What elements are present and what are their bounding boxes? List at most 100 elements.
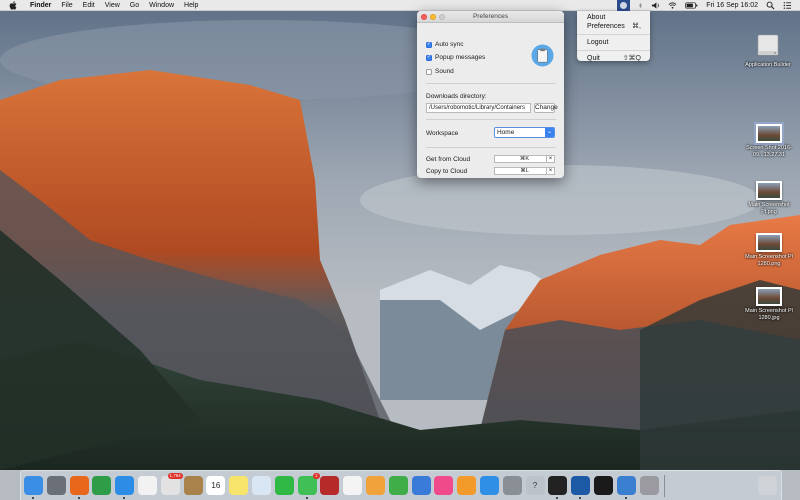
workspace-value: Home <box>497 129 515 136</box>
desktop <box>0 0 800 500</box>
desktop-icon-application-builder[interactable]: Application Builder <box>738 32 798 69</box>
app-status-icon[interactable] <box>617 0 631 11</box>
sound-checkbox[interactable]: Sound <box>426 68 454 75</box>
running-indicator <box>624 497 627 499</box>
menu-window[interactable]: Window <box>144 0 179 11</box>
photos-icon[interactable] <box>343 476 363 495</box>
notes-brown-icon[interactable] <box>183 476 203 495</box>
menu-separator <box>577 34 650 35</box>
finder-icon[interactable] <box>24 476 43 499</box>
status-menu-quit[interactable]: Quit ⇧⌘Q <box>577 54 650 63</box>
notification-center-icon[interactable] <box>783 1 792 10</box>
checkbox-box[interactable] <box>426 54 432 61</box>
photo-booth-icon[interactable] <box>320 476 340 495</box>
quit-label: Quit <box>587 55 600 62</box>
change-button[interactable]: Change <box>534 103 558 113</box>
menu-clock[interactable]: Fri 16 Sep 16:02 <box>706 2 758 9</box>
popup-messages-label: Popup messages <box>435 54 486 61</box>
volume-icon[interactable] <box>651 1 660 10</box>
auto-sync-checkbox[interactable]: Auto sync <box>426 41 464 48</box>
help-icon[interactable]: ? <box>525 476 545 495</box>
bluetooth-icon[interactable] <box>638 1 643 10</box>
menu-help[interactable]: Help <box>179 0 203 11</box>
workspace-label: Workspace <box>426 130 459 137</box>
checkbox-box[interactable] <box>426 41 432 48</box>
status-menu-logout[interactable]: Logout <box>577 38 650 47</box>
copy-to-cloud-shortcut-field[interactable]: ⌘L × <box>494 167 555 175</box>
close-button[interactable] <box>421 14 427 20</box>
minimize-button[interactable] <box>430 14 436 20</box>
chrome-icon[interactable] <box>92 476 112 495</box>
menu-separator <box>577 50 650 51</box>
checkbox-box[interactable] <box>426 68 432 75</box>
xcode-icon[interactable] <box>616 476 636 499</box>
messages-icon[interactable]: 1 <box>297 473 320 499</box>
window-controls <box>421 14 448 20</box>
preferences-label: Preferences <box>587 23 625 30</box>
workspace-select[interactable]: Home ⌄ <box>494 127 555 138</box>
spotlight-icon[interactable] <box>766 1 775 10</box>
calendar-badge-icon[interactable]: 1,764 <box>160 473 183 495</box>
pages-icon[interactable] <box>365 476 385 495</box>
activity-monitor-icon[interactable] <box>593 476 613 495</box>
numbers-icon[interactable] <box>388 476 408 495</box>
popup-messages-checkbox[interactable]: Popup messages <box>426 54 485 61</box>
trash-icon[interactable] <box>758 476 778 495</box>
safari-icon[interactable] <box>115 476 135 499</box>
status-menu-preferences[interactable]: Preferences ⌘, <box>577 22 650 31</box>
itunes-icon[interactable] <box>434 476 454 495</box>
clear-shortcut-button[interactable]: × <box>546 156 554 162</box>
battery-icon[interactable] <box>685 1 698 10</box>
firefox-icon[interactable] <box>69 476 89 499</box>
ibooks-icon[interactable] <box>457 476 477 495</box>
get-shortcut-value: ⌘K <box>519 156 530 162</box>
dock-badge: 1,764 <box>167 473 183 479</box>
clear-shortcut-button[interactable]: × <box>546 168 554 174</box>
quit-shortcut: ⇧⌘Q <box>622 55 641 62</box>
wallpaper-el-capitan <box>0 0 800 500</box>
screenshot-thumbnail <box>756 181 782 200</box>
help-glyph: ? <box>532 481 538 490</box>
chevron-down-icon[interactable]: ⌄ <box>545 128 554 137</box>
facetime-icon[interactable] <box>274 476 294 495</box>
get-from-cloud-shortcut-field[interactable]: ⌘K × <box>494 155 555 163</box>
menu-app-name[interactable]: Finder <box>25 0 56 11</box>
dock: 1,764 16 1? <box>20 470 782 500</box>
menu-view[interactable]: View <box>100 0 125 11</box>
launchpad-icon[interactable] <box>46 476 66 495</box>
wifi-icon[interactable] <box>668 1 677 10</box>
desktop-icon-label: Main Screenshot Pl 1280.jpg <box>745 308 793 321</box>
running-indicator <box>305 497 308 499</box>
desktop-icon-label: Main Screenshot Pl.png <box>748 202 790 215</box>
get-from-cloud-label: Get from Cloud <box>426 156 471 163</box>
desktop-icon-main-screenshot-png[interactable]: Main Screenshot Pl.png <box>739 181 799 215</box>
desktop-icon-label: Screen Shot 2016-09...13.27.31 <box>746 145 792 158</box>
calendar-icon[interactable]: 16 <box>206 476 226 495</box>
dock-badge: 1 <box>313 473 320 479</box>
preview-icon[interactable] <box>251 476 271 495</box>
photos-grid-icon[interactable] <box>137 476 157 495</box>
virtualbox-icon[interactable] <box>571 476 591 499</box>
desktop-icon-screenshot[interactable]: Screen Shot 2016-09...13.27.31 <box>739 122 799 158</box>
apple-logo-icon[interactable] <box>9 0 17 10</box>
terminal-icon[interactable] <box>548 476 568 499</box>
desktop-icon-label: Main Screenshot Pl 1280.png <box>745 254 793 267</box>
desktop-icon-main-screenshot-1280-jpg[interactable]: Main Screenshot Pl 1280.jpg <box>739 287 799 321</box>
window-titlebar[interactable]: Preferences <box>417 11 564 23</box>
running-indicator <box>579 497 582 499</box>
downloads-path-field[interactable]: /Users/robomotic/Library/Containers <box>426 103 531 113</box>
menu-edit[interactable]: Edit <box>78 0 100 11</box>
menu-go[interactable]: Go <box>125 0 144 11</box>
desktop-icon-main-screenshot-1280-png[interactable]: Main Screenshot Pl 1280.png <box>739 233 799 267</box>
menu-bar: Finder File Edit View Go Window Help Fri… <box>0 0 800 11</box>
status-menu-dropdown: About Preferences ⌘, Logout Quit ⇧⌘Q <box>577 11 650 63</box>
stickies-icon[interactable] <box>229 476 249 495</box>
app-store-icon[interactable] <box>479 476 499 495</box>
status-menu-about[interactable]: About <box>577 13 650 22</box>
system-preferences-icon[interactable] <box>502 476 522 495</box>
logout-label: Logout <box>587 39 609 46</box>
archive-utility-icon[interactable] <box>639 476 659 495</box>
menu-file[interactable]: File <box>56 0 77 11</box>
dock-separator <box>664 474 666 497</box>
keynote-icon[interactable] <box>411 476 431 495</box>
